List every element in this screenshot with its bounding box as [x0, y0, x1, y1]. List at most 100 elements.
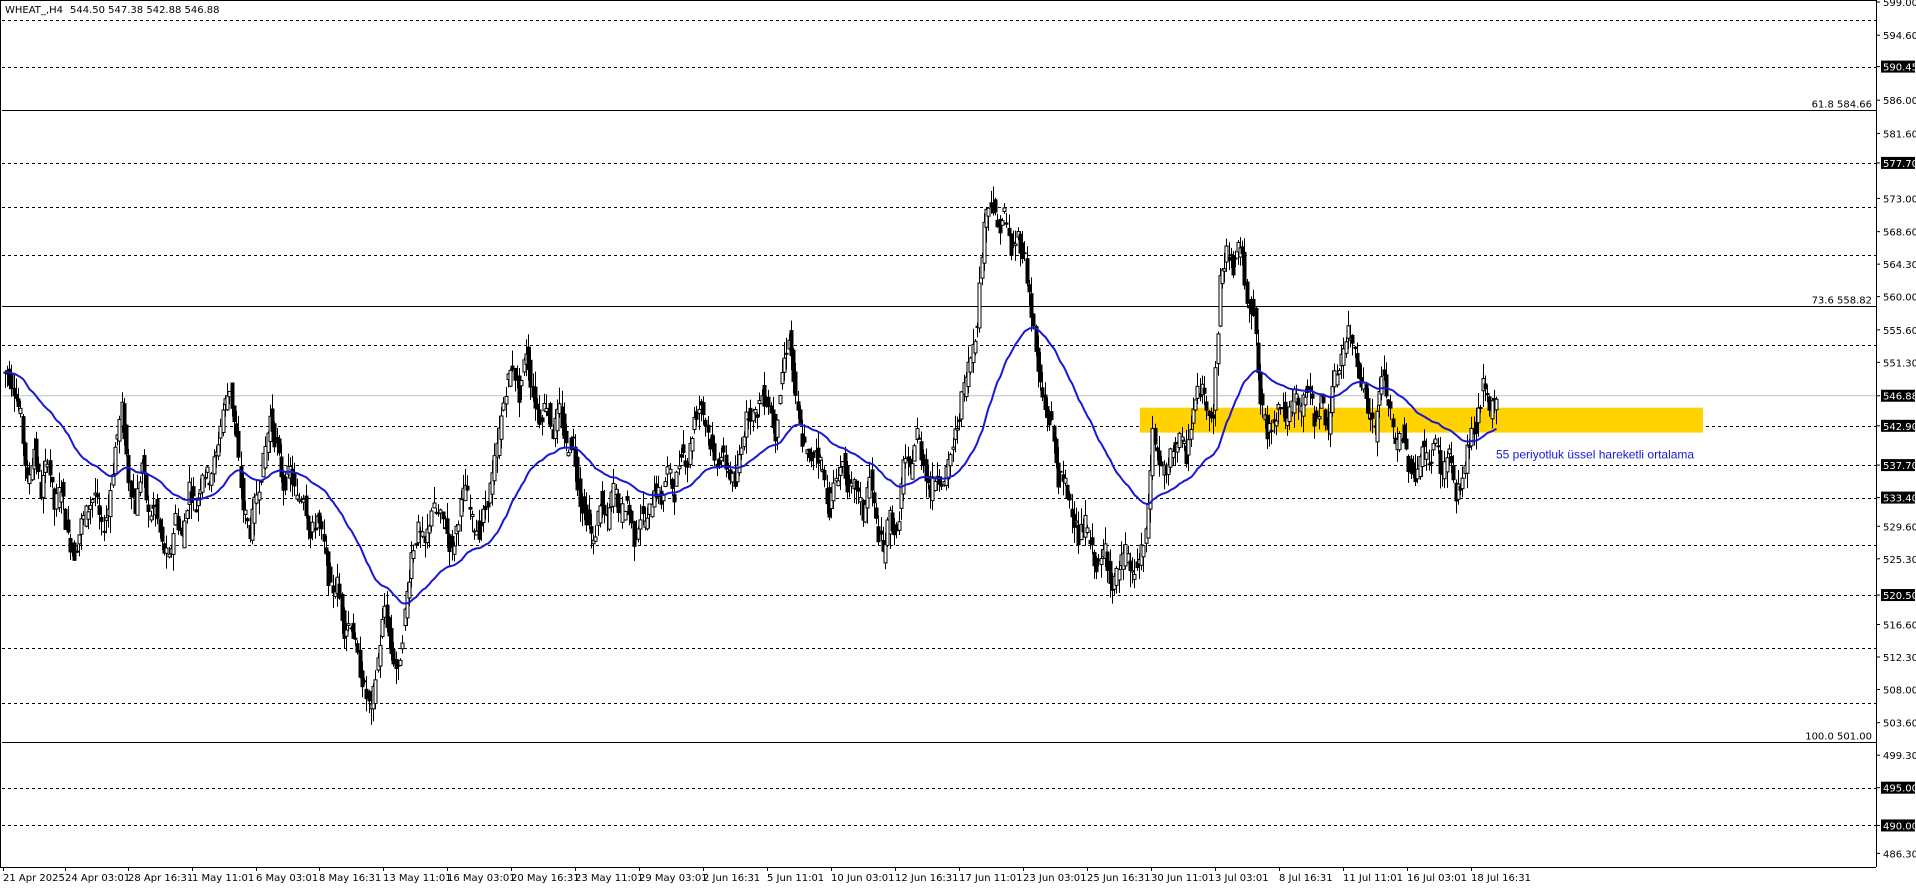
candle-body: [95, 493, 100, 498]
candle-body: [131, 488, 136, 498]
price-chart: 61.8 584.66 73.6 558.82 100.0 501.00 55 pe…: [0, 0, 1916, 888]
candle-body: [362, 680, 367, 683]
candle-body: [319, 521, 324, 530]
candle-body: [1424, 452, 1429, 460]
candle-body: [429, 510, 434, 527]
candle-body: [1449, 456, 1454, 464]
price-label-text: 533.40: [1883, 494, 1916, 505]
candle-body: [504, 396, 509, 405]
candle-body: [910, 463, 915, 480]
candle-body: [1233, 257, 1238, 260]
candle-body: [1353, 346, 1358, 349]
candle-body: [79, 518, 84, 535]
x-tick-label: 13 May 11:01: [383, 873, 452, 884]
y-tick-label: 516.60: [1883, 620, 1916, 631]
candle-body: [1370, 412, 1375, 419]
candle-body: [845, 465, 850, 493]
x-tick-label: 1 May 11:01: [192, 873, 254, 884]
candle-body: [1002, 207, 1007, 212]
candle-body: [901, 459, 906, 495]
candle-body: [1460, 477, 1465, 490]
candle-body: [1222, 268, 1227, 272]
candle-body: [897, 521, 902, 531]
candle-body: [951, 446, 956, 450]
candle-body: [737, 454, 742, 474]
candle-body: [982, 221, 987, 264]
y-tick-label: 551.30: [1883, 358, 1916, 369]
candle-body: [883, 543, 888, 564]
candle-body: [1242, 251, 1247, 286]
candle-body: [784, 352, 789, 355]
candle-body: [36, 463, 41, 473]
candle-body: [351, 622, 356, 639]
y-tick-label: 555.60: [1883, 326, 1916, 337]
candle-body: [1350, 334, 1355, 344]
candle-body: [1490, 400, 1495, 420]
candle-body: [1211, 414, 1216, 419]
candle-body: [1476, 407, 1481, 424]
candle-body: [548, 403, 553, 428]
candle-body: [1058, 470, 1063, 473]
candle-body: [1182, 440, 1187, 445]
candle-body: [1027, 284, 1032, 293]
candle-body: [1344, 341, 1349, 354]
candle-body: [160, 526, 165, 542]
candle-body: [108, 489, 113, 518]
candle-body: [205, 466, 210, 473]
candle-body: [144, 474, 149, 501]
candle-body: [492, 455, 497, 482]
candle-body: [607, 507, 612, 530]
candle-body: [672, 494, 677, 503]
candle-body: [674, 471, 679, 487]
x-tick-label: 5 Jun 11:01: [767, 873, 824, 884]
candle-body: [171, 533, 176, 555]
y-tick-label: 499.30: [1883, 751, 1916, 762]
candle-body: [1317, 416, 1322, 420]
candle-body: [1483, 383, 1488, 390]
candle-body: [508, 369, 513, 387]
candle-body: [679, 454, 684, 458]
candle-body: [149, 515, 154, 521]
y-tick-label: 581.60: [1883, 129, 1916, 140]
x-tick-label: 20 May 16:31: [511, 873, 580, 884]
candle-body: [367, 690, 372, 702]
candle-body: [499, 415, 504, 440]
candle-body: [77, 534, 82, 545]
y-tick-label: 599.00: [1883, 0, 1916, 9]
candle-body: [97, 505, 102, 515]
candle-body: [1153, 427, 1158, 445]
candle-body: [411, 550, 416, 559]
candle-body: [838, 466, 843, 476]
candle-body: [1431, 443, 1436, 451]
x-tick-label: 23 May 11:01: [575, 873, 644, 884]
candle-body: [322, 533, 327, 542]
candle-body: [775, 419, 780, 438]
candle-body: [34, 438, 39, 467]
y-tick-label: 512.30: [1883, 653, 1916, 664]
candle-body: [203, 476, 208, 480]
candle-body: [1478, 407, 1483, 410]
candle-body: [1216, 333, 1221, 365]
candle-body: [744, 411, 749, 438]
x-tick-label: 12 Jun 16:31: [895, 873, 959, 884]
candle-body: [1189, 429, 1194, 440]
candle-body: [948, 454, 953, 467]
x-tick-label: 17 Jun 11:01: [959, 873, 1023, 884]
candle-body: [90, 499, 95, 504]
price-label-text: 590.45: [1883, 63, 1916, 74]
candle-body: [641, 506, 646, 515]
y-tick-label: 573.00: [1883, 194, 1916, 205]
candle-body: [1404, 438, 1409, 450]
candle-body: [1310, 393, 1315, 399]
symbol-label: WHEAT_,H4: [5, 5, 63, 16]
candle-body: [793, 371, 798, 396]
candle-body: [167, 553, 172, 558]
candle-body: [1013, 243, 1018, 247]
candle-body: [802, 436, 807, 443]
candle-body: [1328, 412, 1333, 435]
candle-body: [313, 527, 318, 531]
candle-body: [1254, 308, 1259, 335]
candle-body: [1180, 436, 1185, 441]
candle-body: [973, 340, 978, 354]
candle-body: [870, 469, 875, 491]
